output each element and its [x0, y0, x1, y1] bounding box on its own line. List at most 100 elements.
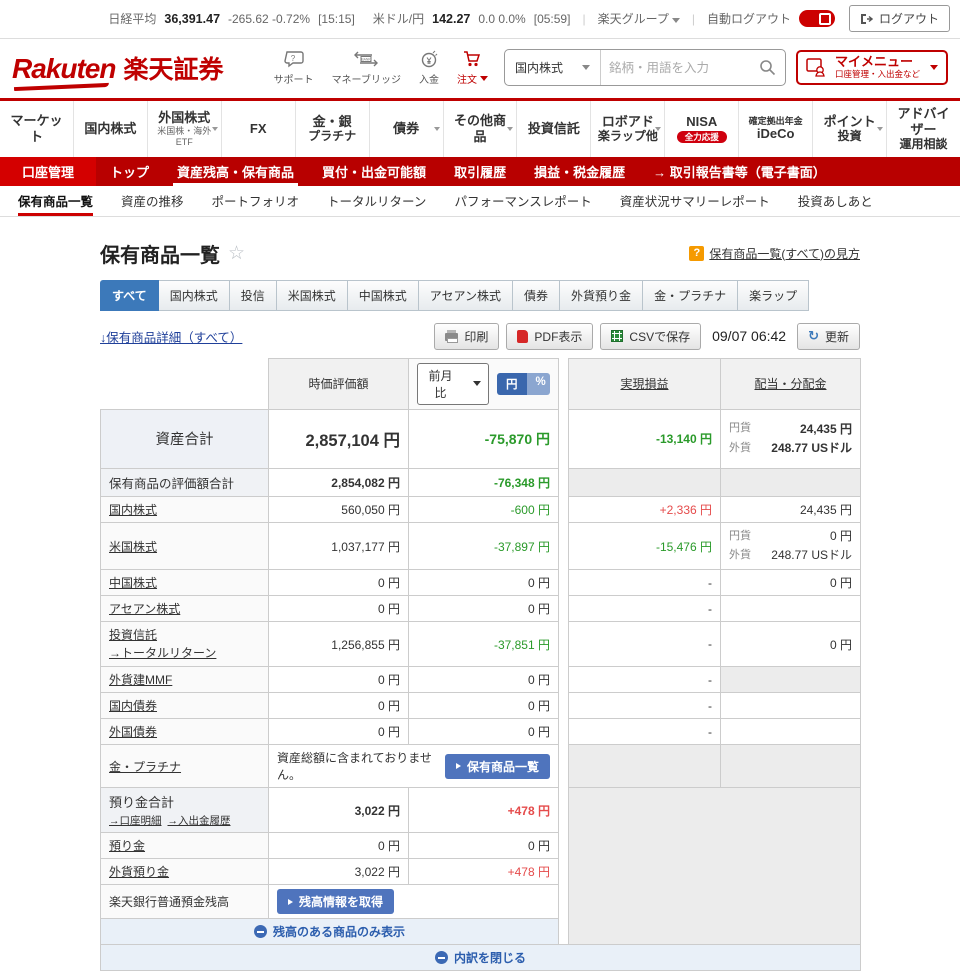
row-holdings-total: 保有商品の評価額合計 2,854,082 円 -76,348 円: [101, 468, 861, 496]
search-input[interactable]: [601, 61, 759, 75]
nav-domestic-stocks[interactable]: 国内株式: [73, 101, 147, 157]
support-chat-icon: ?: [284, 50, 304, 68]
acct-nav-top[interactable]: トップ: [96, 157, 163, 186]
tab-rakuten-wrap[interactable]: 楽ラップ: [738, 280, 809, 311]
acct-nav-asset-balance[interactable]: 資産残高・保有商品: [163, 157, 308, 186]
logout-button[interactable]: ログアウト: [849, 5, 950, 32]
nikkei-label: 日経平均: [108, 10, 156, 27]
row-label: 金・プラチナ: [101, 745, 269, 788]
gold-holdings-list-button[interactable]: 保有商品一覧: [445, 754, 550, 779]
tab-all[interactable]: すべて: [100, 280, 159, 311]
unit-percent[interactable]: %: [527, 373, 551, 395]
usdjpy-value: 142.27: [432, 12, 470, 26]
rakuten-group-menu[interactable]: 楽天グループ: [598, 10, 680, 27]
svg-text:BANK: BANK: [362, 57, 372, 61]
row-china-stocks: 中国株式 0 円 0 円 - 0 円: [101, 570, 861, 596]
nav-fx[interactable]: FX: [221, 101, 295, 157]
logo-text-shoken: 楽天証券: [123, 50, 223, 86]
tab-asean-stocks[interactable]: アセアン株式: [419, 280, 513, 311]
nav-foreign-stocks[interactable]: 外国株式米国株・海外ETF: [147, 101, 221, 157]
compare-period-select[interactable]: 前月比: [417, 363, 489, 405]
col-header-realized-pl: 実現損益: [569, 358, 721, 409]
subnav-investment-footprint[interactable]: 投資あしあと: [798, 186, 873, 216]
symbol-search: 国内株式: [504, 49, 786, 86]
search-icon[interactable]: [759, 59, 776, 76]
yen-percent-toggle[interactable]: 円%: [497, 373, 550, 395]
auto-logout-toggle[interactable]: [799, 10, 835, 27]
search-category-select[interactable]: 国内株式: [505, 50, 601, 85]
my-menu-title: マイメニュー: [835, 55, 920, 70]
unit-yen[interactable]: 円: [497, 373, 527, 395]
usdjpy-time: [05:59]: [534, 12, 571, 26]
rakuten-securities-logo[interactable]: Rakuten 楽天証券: [12, 50, 223, 86]
acct-nav-account-management[interactable]: 口座管理: [0, 157, 96, 186]
subnav-performance-report[interactable]: パフォーマンスレポート: [454, 186, 591, 216]
row-label: 中国株式: [101, 570, 269, 596]
row-domestic-stocks: 国内株式 560,050 円 -600 円 +2,336 円 24,435 円: [101, 496, 861, 522]
csv-icon: [611, 330, 623, 342]
exit-icon: [860, 13, 873, 25]
help-link[interactable]: 保有商品一覧(すべて)の見方: [709, 245, 860, 262]
nav-advisor[interactable]: アドバイザー運用相談: [886, 101, 960, 157]
row-label: 外国債券: [101, 719, 269, 745]
tab-domestic-stocks[interactable]: 国内株式: [159, 280, 230, 311]
nav-investment-trust[interactable]: 投資信託: [516, 101, 590, 157]
subnav-total-return[interactable]: トータルリターン: [327, 186, 426, 216]
holdings-detail-link[interactable]: ↓保有商品詳細（すべて）: [100, 327, 242, 346]
pdf-button[interactable]: PDF表示: [506, 323, 593, 350]
tab-funds[interactable]: 投信: [230, 280, 277, 311]
tab-bonds[interactable]: 債券: [513, 280, 560, 311]
refresh-icon: ↻: [808, 328, 819, 344]
account-detail-link[interactable]: →口座明細: [109, 815, 162, 827]
support-button[interactable]: ? サポート: [274, 50, 314, 86]
nav-point-investment[interactable]: ポイント投資: [812, 101, 886, 157]
get-balance-button[interactable]: 残高情報を取得: [277, 889, 394, 914]
chevron-down-icon: [480, 76, 488, 81]
nav-other-products[interactable]: その他商品: [443, 101, 517, 157]
printer-icon: [445, 333, 458, 341]
tab-foreign-deposit[interactable]: 外貨預り金: [560, 280, 643, 311]
account-person-icon: [806, 57, 828, 77]
holdings-sub-navigation: 保有商品一覧 資産の推移 ポートフォリオ トータルリターン パフォーマンスレポー…: [0, 186, 960, 217]
order-button[interactable]: 注文: [457, 50, 488, 86]
nav-roboadvisor[interactable]: ロボアド楽ラップ他: [590, 101, 664, 157]
chevron-down-icon: [582, 65, 590, 70]
subnav-holdings-list[interactable]: 保有商品一覧: [18, 186, 93, 216]
show-balance-only-toggle[interactable]: 残高のある商品のみ表示: [101, 919, 559, 945]
arrow-right-icon: [288, 899, 293, 905]
row-asean-stocks: アセアン株式 0 円 0 円 -: [101, 596, 861, 622]
nav-gold-silver-platinum[interactable]: 金・銀プラチナ: [295, 101, 369, 157]
row-label: アセアン株式: [101, 596, 269, 622]
nav-market[interactable]: マーケット: [0, 101, 73, 157]
money-bridge-button[interactable]: BANK マネーブリッジ: [332, 50, 401, 86]
cashflow-history-link[interactable]: →入出金履歴: [168, 815, 231, 827]
subnav-asset-summary-report[interactable]: 資産状況サマリーレポート: [620, 186, 770, 216]
acct-nav-pl-tax-history[interactable]: 損益・税金履歴: [520, 157, 639, 186]
acct-nav-buying-power[interactable]: 買付・出金可能額: [308, 157, 440, 186]
refresh-button[interactable]: ↻更新: [797, 323, 860, 350]
tab-us-stocks[interactable]: 米国株式: [277, 280, 348, 311]
tab-china-stocks[interactable]: 中国株式: [348, 280, 419, 311]
nav-nisa[interactable]: NISA全力応援: [664, 101, 738, 157]
favorite-star-icon[interactable]: ☆: [228, 242, 245, 265]
subnav-portfolio[interactable]: ポートフォリオ: [212, 186, 300, 216]
acct-nav-trade-reports[interactable]: → 取引報告書等（電子書面）: [639, 157, 840, 186]
help-icon: ?: [689, 246, 704, 261]
row-label: 国内株式: [101, 496, 269, 522]
my-menu-button[interactable]: マイメニュー 口座管理・入出金など: [796, 50, 948, 85]
deposit-button[interactable]: 入金: [419, 50, 439, 86]
total-return-link[interactable]: →トータルリターン: [109, 646, 216, 660]
row-gold-platinum: 金・プラチナ 資産総額に含まれておりません。 保有商品一覧: [101, 745, 861, 788]
usdjpy-label: 米ドル/円: [373, 10, 424, 27]
csv-button[interactable]: CSVで保存: [600, 323, 701, 350]
row-deposit-total: 預り金合計 →口座明細→入出金履歴 3,022 円 +478 円: [101, 788, 861, 833]
print-button[interactable]: 印刷: [434, 323, 499, 350]
nav-bonds[interactable]: 債券: [369, 101, 443, 157]
acct-nav-trade-history[interactable]: 取引履歴: [440, 157, 520, 186]
subnav-asset-trend[interactable]: 資産の推移: [121, 186, 184, 216]
nav-ideco[interactable]: 確定拠出年金iDeCo: [738, 101, 812, 157]
tab-gold-platinum[interactable]: 金・プラチナ: [643, 280, 738, 311]
nikkei-change: -265.62 -0.72%: [228, 12, 310, 26]
bank-bridge-icon: BANK: [353, 50, 379, 68]
close-breakdown-toggle[interactable]: 内訳を閉じる: [101, 945, 861, 971]
